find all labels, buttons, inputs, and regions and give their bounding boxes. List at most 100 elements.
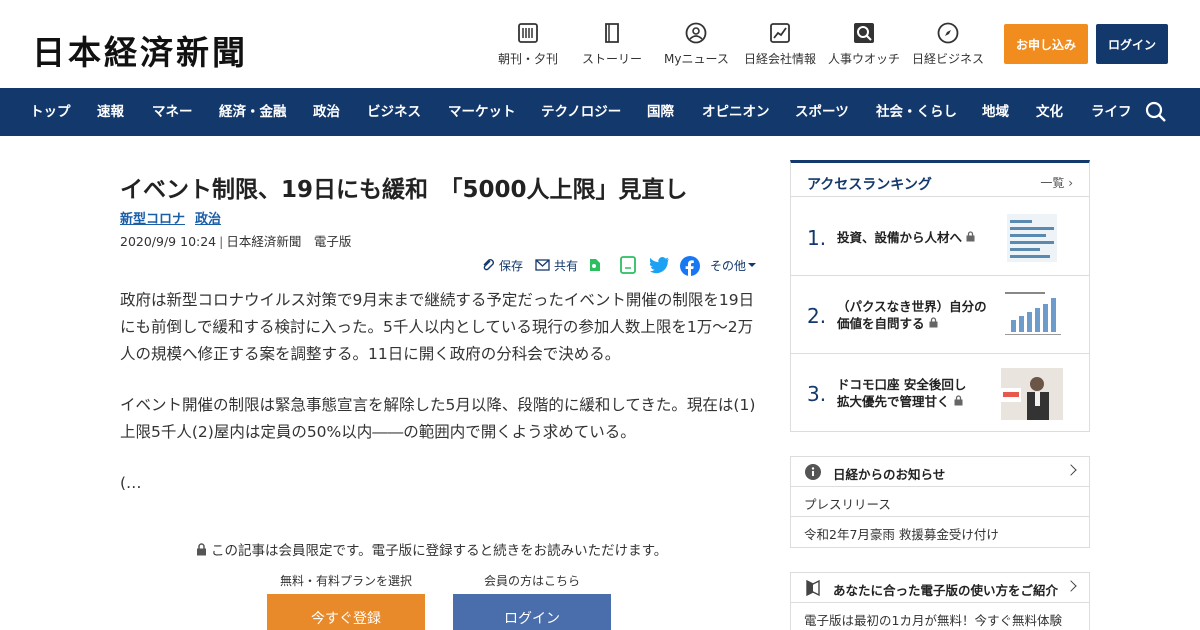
search-icon[interactable]	[1144, 100, 1168, 124]
ranking-header: アクセスランキング 一覧 ›	[791, 163, 1089, 197]
mail-icon	[535, 259, 550, 271]
lock-icon	[966, 231, 975, 242]
ranking-text: （パクスなき世界）自分の価値を自問する	[837, 299, 987, 331]
nav-story-label: ストーリー	[582, 52, 643, 66]
info-icon	[805, 464, 821, 480]
notice-row-label: プレスリリース	[804, 497, 891, 512]
nav-top[interactable]: トップ	[30, 88, 71, 136]
nav-money[interactable]: マネー	[152, 88, 193, 136]
ranking-item[interactable]: 3. ドコモ口座 安全後回し 拡大優先で管理甘く	[791, 354, 1089, 432]
member-label: 会員の方はこちら	[484, 574, 581, 588]
notice-row[interactable]: 令和2年7月豪雨 救援募金受け付け	[791, 517, 1089, 547]
share-label: 共有	[554, 258, 579, 273]
nav-paper[interactable]: 朝刊・夕刊	[498, 22, 558, 67]
notice-panel: 日経からのお知らせ プレスリリース 令和2年7月豪雨 救援募金受け付け	[790, 456, 1090, 548]
ranking-title: アクセスランキング	[807, 177, 932, 193]
chart-icon	[770, 23, 790, 43]
site-logo[interactable]: 日本経済新聞	[32, 26, 248, 74]
ranking-text: ドコモ口座 安全後回し 拡大優先で管理甘く	[837, 377, 979, 409]
notice-header[interactable]: 日経からのお知らせ	[791, 457, 1089, 487]
nav-company[interactable]: 日経会社情報	[744, 22, 816, 67]
nav-mynews-label: Myニュース	[664, 52, 729, 66]
article-date: 2020/9/9 10:24	[120, 234, 217, 249]
twitter-icon[interactable]	[650, 256, 670, 274]
tag-corona[interactable]: 新型コロナ	[120, 208, 185, 227]
article-title: イベント制限、19日にも緩和 「5000人上限」見直し	[120, 177, 688, 203]
tag-politics[interactable]: 政治	[195, 208, 221, 227]
nav-region[interactable]: 地域	[982, 88, 1009, 136]
category-navbar: トップ 速報 マネー 経済・金融 政治 ビジネス マーケット テクノロジー 国際…	[0, 88, 1200, 136]
nav-world[interactable]: 国際	[647, 88, 674, 136]
nav-company-label: 日経会社情報	[744, 52, 817, 66]
magnifier-icon	[854, 23, 874, 43]
nav-breaking[interactable]: 速報	[97, 88, 124, 136]
nav-market[interactable]: マーケット	[448, 88, 516, 136]
lock-icon	[197, 543, 206, 556]
guide-row[interactable]: 電子版は最初の1カ月が無料！今すぐ無料体験	[791, 603, 1089, 630]
facebook-icon[interactable]	[680, 256, 700, 276]
guide-row-label: 電子版は最初の1カ月が無料！今すぐ無料体験	[804, 613, 1062, 628]
article-login-button[interactable]: ログイン	[453, 594, 611, 630]
nav-personnel-label: 人事ウオッチ	[828, 52, 901, 66]
note-icon[interactable]	[619, 256, 637, 274]
clip-icon	[483, 259, 494, 271]
ranking-thumbnail	[1001, 212, 1063, 264]
paragraph-2: イベント開催の制限は緊急事態宣言を解除した5月以降、段階的に緩和してきた。現在は…	[120, 396, 756, 441]
save-label: 保存	[499, 258, 524, 273]
nav-paper-label: 朝刊・夕刊	[498, 52, 559, 66]
compass-icon	[937, 22, 959, 44]
paywall-text: この記事は会員限定です。電子版に登録すると続きをお読みいただけます。	[211, 543, 668, 559]
register-button[interactable]: 今すぐ登録	[267, 594, 425, 630]
evernote-icon[interactable]	[586, 256, 604, 274]
bookmark-icon	[806, 579, 820, 597]
guide-panel: あなたに合った電子版の使い方をご紹介 電子版は最初の1カ月が無料！今すぐ無料体験	[790, 572, 1090, 630]
user-icon	[686, 22, 707, 44]
nav-story[interactable]: ストーリー	[582, 22, 642, 67]
nav-business-label: 日経ビジネス	[912, 52, 985, 66]
ranking-num: 1.	[807, 226, 827, 250]
nav-opinion[interactable]: オピニオン	[702, 88, 770, 136]
ranking-num: 3.	[807, 382, 827, 406]
ranking-thumbnail	[1001, 368, 1063, 420]
ranking-text: 投資、設備から人材へ	[837, 229, 987, 246]
ranking-item[interactable]: 2. （パクスなき世界）自分の価値を自問する	[791, 276, 1089, 354]
other-tool[interactable]: その他	[710, 254, 757, 276]
site-header: 日本経済新聞 朝刊・夕刊 ストーリー Myニュース 日経会社情報 人事ウオッチ …	[0, 0, 1200, 88]
plan-label: 無料・有料プランを選択	[280, 574, 413, 588]
ranking-thumbnail	[1001, 290, 1063, 342]
notice-row-label: 令和2年7月豪雨 救援募金受け付け	[804, 527, 999, 542]
share-tool[interactable]: 共有	[535, 254, 578, 276]
nav-sports[interactable]: スポーツ	[795, 88, 849, 136]
notice-title: 日経からのお知らせ	[833, 467, 946, 482]
nav-politics[interactable]: 政治	[313, 88, 340, 136]
nav-mynews[interactable]: Myニュース	[664, 22, 729, 67]
article-source: 日本経済新聞 電子版	[226, 234, 352, 249]
apply-button[interactable]: お申し込み	[1004, 24, 1088, 64]
ranking-num: 2.	[807, 304, 827, 328]
chevron-right-icon	[1065, 464, 1077, 476]
guide-header[interactable]: あなたに合った電子版の使い方をご紹介	[791, 573, 1089, 603]
paragraph-3: (…	[120, 474, 142, 492]
ranking-item[interactable]: 1. 投資、設備から人材へ	[791, 198, 1089, 276]
save-tool[interactable]: 保存	[481, 254, 523, 276]
caret-down-icon	[748, 263, 757, 267]
guide-title: あなたに合った電子版の使い方をご紹介	[833, 583, 1059, 598]
nav-society[interactable]: 社会・くらし	[876, 88, 957, 136]
book-icon	[605, 23, 619, 43]
nav-tech[interactable]: テクノロジー	[541, 88, 621, 136]
ranking-more-link[interactable]: 一覧 ›	[1040, 174, 1073, 191]
lock-icon	[954, 395, 963, 406]
header-login-button[interactable]: ログイン	[1096, 24, 1168, 64]
ranking-panel: アクセスランキング 一覧 › 1. 投資、設備から人材へ 2. （パクスなき世界…	[790, 160, 1090, 432]
chevron-right-icon	[1065, 580, 1077, 592]
lock-icon	[929, 317, 938, 328]
nav-culture[interactable]: 文化	[1036, 88, 1063, 136]
nav-life[interactable]: ライフ	[1091, 88, 1132, 136]
paragraph-1: 政府は新型コロナウイルス対策で9月末まで継続する予定だったイベント開催の制限を1…	[120, 291, 755, 363]
nav-business[interactable]: 日経ビジネス	[912, 22, 984, 67]
nav-personnel[interactable]: 人事ウオッチ	[828, 22, 900, 67]
notice-row[interactable]: プレスリリース	[791, 487, 1089, 517]
other-label: その他	[710, 258, 747, 273]
nav-biz[interactable]: ビジネス	[367, 88, 421, 136]
nav-economy[interactable]: 経済・金融	[219, 88, 287, 136]
